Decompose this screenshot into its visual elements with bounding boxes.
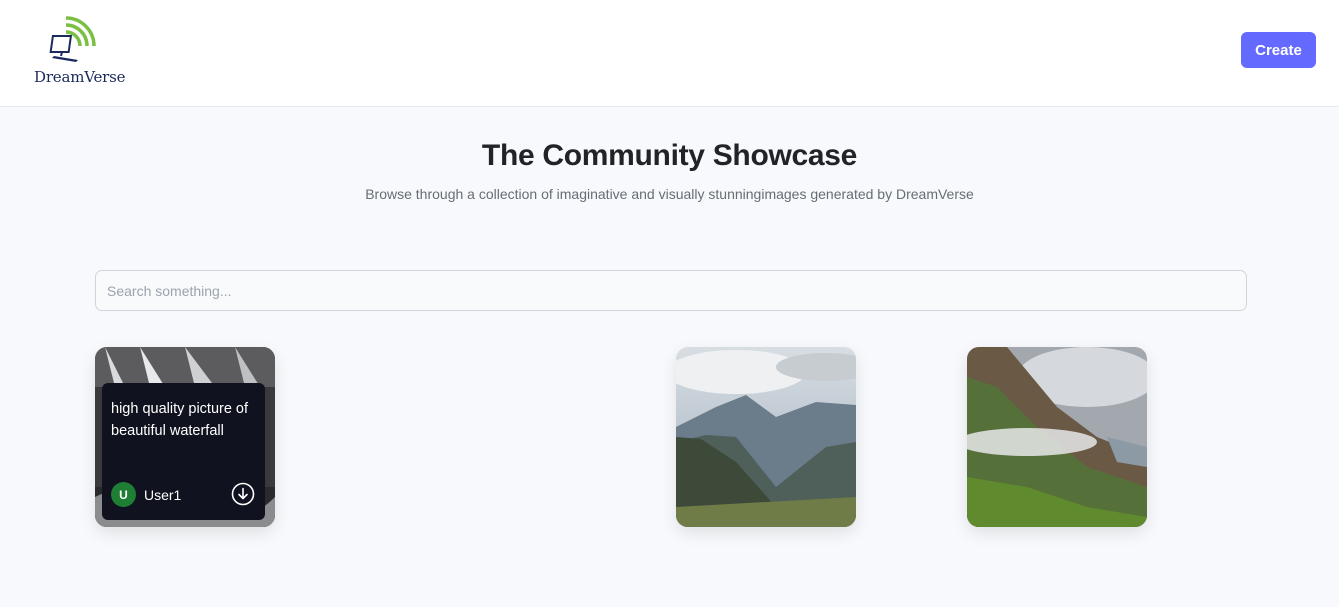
image-card-misty-valley[interactable] xyxy=(967,347,1147,527)
image-card-mountains[interactable] xyxy=(676,347,856,527)
misty-valley-image xyxy=(967,347,1147,527)
user-name: User1 xyxy=(144,486,182,503)
card-author: U User1 xyxy=(111,482,181,507)
card-overlay: high quality picture of beautiful waterf… xyxy=(102,383,265,520)
page-title: The Community Showcase xyxy=(481,139,858,172)
page-subtitle: Browse through a collection of imaginati… xyxy=(365,186,974,202)
logo-text: DreamVerse xyxy=(34,68,126,86)
avatar: U xyxy=(111,482,136,507)
download-icon[interactable] xyxy=(231,482,255,506)
dreamverse-logo[interactable]: DreamVerse xyxy=(30,14,126,88)
create-button[interactable]: Create xyxy=(1241,32,1316,68)
computer-wifi-icon xyxy=(49,16,96,62)
search-input[interactable] xyxy=(95,270,1247,311)
image-card-waterfall[interactable]: high quality picture of beautiful waterf… xyxy=(95,347,275,527)
mountain-image xyxy=(676,347,856,527)
top-header: DreamVerse Create xyxy=(0,0,1339,107)
card-prompt: high quality picture of beautiful waterf… xyxy=(111,401,249,439)
